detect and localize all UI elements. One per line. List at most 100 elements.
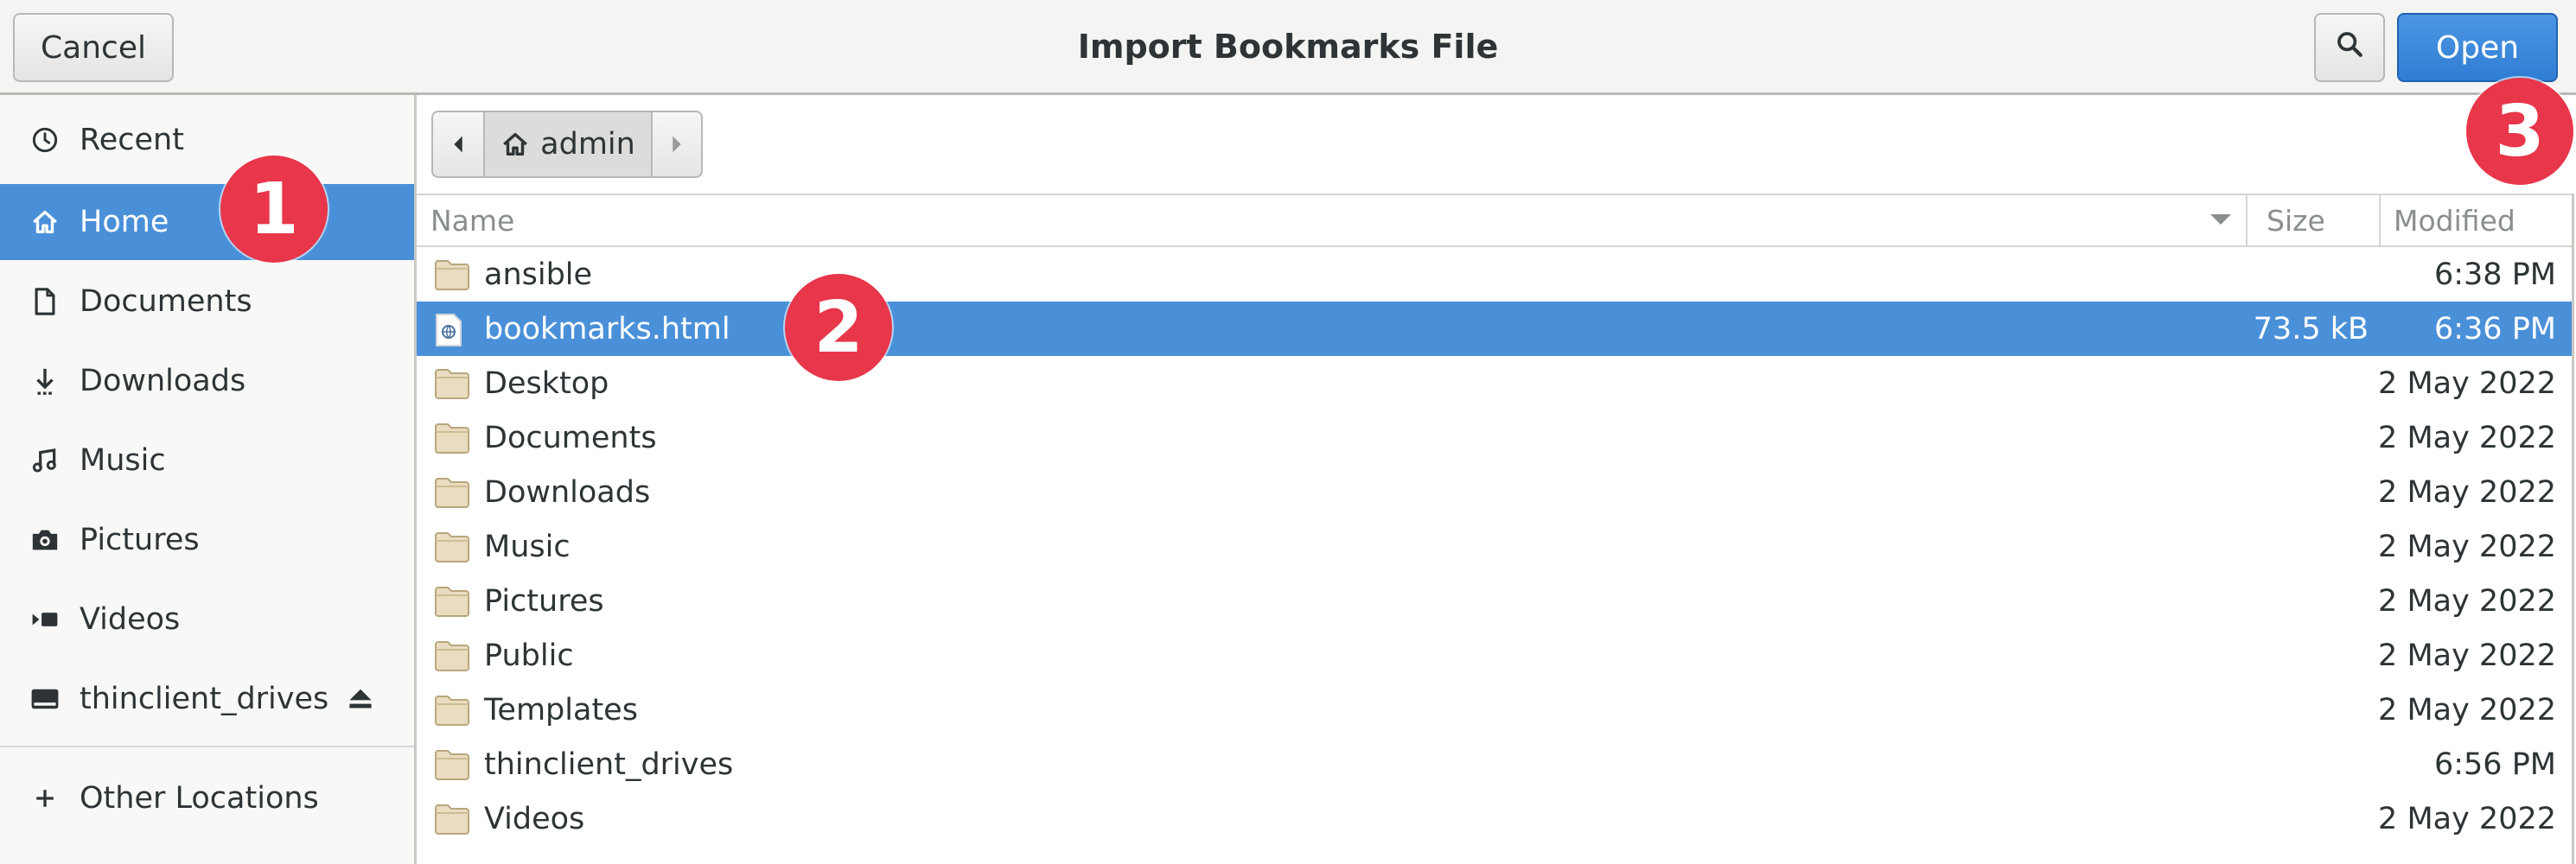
path-forward-button[interactable] bbox=[653, 111, 703, 178]
folder-icon bbox=[434, 367, 470, 400]
sidebar-item-label: Documents bbox=[80, 284, 252, 319]
file-modified: 6:36 PM bbox=[2433, 311, 2556, 346]
path-bar: admin bbox=[431, 111, 703, 178]
sidebar-item-label: Downloads bbox=[80, 364, 246, 398]
folder-icon bbox=[434, 422, 470, 454]
chevron-left-icon bbox=[451, 127, 465, 162]
sort-descending-icon bbox=[2210, 214, 2231, 225]
file-row[interactable]: Pictures 2 May 2022 bbox=[417, 574, 2572, 628]
callout-badge-3: 3 bbox=[2466, 78, 2573, 185]
sidebar-item-downloads[interactable]: Downloads bbox=[0, 343, 414, 419]
search-icon bbox=[2335, 29, 2364, 67]
file-row[interactable]: Templates 2 May 2022 bbox=[417, 683, 2572, 737]
sidebar-separator bbox=[0, 746, 414, 747]
download-icon bbox=[29, 365, 61, 397]
column-divider bbox=[2246, 195, 2248, 245]
file-name: ansible bbox=[484, 257, 593, 292]
file-row[interactable]: Music 2 May 2022 bbox=[417, 519, 2572, 574]
folder-icon bbox=[434, 530, 470, 563]
file-modified: 2 May 2022 bbox=[2378, 583, 2556, 619]
sidebar-item-label: Other Locations bbox=[80, 781, 319, 816]
column-header-modified[interactable]: Modified bbox=[2394, 195, 2566, 245]
sidebar-item-music[interactable]: Music bbox=[0, 422, 414, 499]
search-button[interactable] bbox=[2314, 13, 2385, 82]
folder-icon bbox=[434, 258, 470, 291]
home-icon bbox=[501, 130, 530, 159]
sidebar-item-documents[interactable]: Documents bbox=[0, 264, 414, 340]
file-name: Downloads bbox=[484, 474, 651, 510]
file-browser-pane: admin Name Size Modified ansible 6:38 PM b… bbox=[417, 95, 2576, 864]
sidebar-item-label: Videos bbox=[80, 602, 181, 637]
column-header-name[interactable]: Name bbox=[430, 195, 2246, 245]
file-name: bookmarks.html bbox=[484, 311, 730, 346]
file-row[interactable]: ansible 6:38 PM bbox=[417, 247, 2572, 302]
file-modified: 2 May 2022 bbox=[2378, 420, 2556, 455]
drive-icon bbox=[29, 683, 61, 715]
callout-badge-1: 1 bbox=[220, 156, 328, 263]
file-name: thinclient_drives bbox=[484, 746, 734, 782]
callout-badge-2: 2 bbox=[785, 274, 892, 381]
clock-icon bbox=[29, 124, 61, 156]
path-back-button[interactable] bbox=[431, 111, 485, 178]
document-icon bbox=[29, 286, 61, 317]
folder-icon bbox=[434, 476, 470, 509]
file-row[interactable]: Public 2 May 2022 bbox=[417, 628, 2572, 683]
file-modified: 2 May 2022 bbox=[2378, 365, 2556, 401]
column-header-size[interactable]: Size bbox=[2267, 195, 2396, 245]
open-button[interactable]: Open bbox=[2397, 13, 2558, 82]
home-icon bbox=[29, 206, 61, 238]
file-modified: 2 May 2022 bbox=[2378, 638, 2556, 673]
eject-icon[interactable] bbox=[345, 683, 376, 715]
file-name: Templates bbox=[484, 692, 638, 727]
file-modified: 2 May 2022 bbox=[2378, 692, 2556, 727]
plus-icon bbox=[29, 783, 61, 814]
column-divider bbox=[2379, 195, 2381, 245]
video-icon bbox=[29, 604, 61, 635]
cancel-button[interactable]: Cancel bbox=[13, 13, 174, 82]
file-row[interactable]: Documents 2 May 2022 bbox=[417, 410, 2572, 465]
file-row[interactable]: bookmarks.html 73.5 kB 6:36 PM bbox=[417, 302, 2572, 356]
folder-icon bbox=[434, 694, 470, 727]
file-name: Desktop bbox=[484, 365, 609, 401]
file-name: Documents bbox=[484, 420, 657, 455]
chevron-right-icon bbox=[670, 127, 684, 162]
sidebar-item-label: Recent bbox=[80, 123, 184, 157]
file-modified: 6:56 PM bbox=[2433, 746, 2556, 782]
folder-icon bbox=[434, 585, 470, 618]
sidebar-item-pictures[interactable]: Pictures bbox=[0, 502, 414, 578]
header-bar: Import Bookmarks File Cancel Open bbox=[0, 0, 2576, 95]
sidebar-item-home[interactable]: Home bbox=[0, 184, 414, 260]
sidebar-item-label: Music bbox=[80, 443, 166, 478]
folder-icon bbox=[434, 748, 470, 781]
sidebar-item-thinclient-drives[interactable]: thinclient_drives bbox=[0, 661, 414, 737]
sidebar-item-label: Home bbox=[80, 205, 169, 239]
file-name: Videos bbox=[484, 801, 585, 836]
file-row[interactable]: Desktop 2 May 2022 bbox=[417, 356, 2572, 410]
sidebar-item-recent[interactable]: Recent bbox=[0, 102, 414, 178]
file-modified: 2 May 2022 bbox=[2378, 801, 2556, 836]
dialog-title: Import Bookmarks File bbox=[1077, 28, 1499, 66]
file-modified: 2 May 2022 bbox=[2378, 474, 2556, 510]
file-list: Name Size Modified ansible 6:38 PM bookmar… bbox=[417, 194, 2574, 864]
file-name: Public bbox=[484, 638, 574, 673]
folder-icon bbox=[434, 639, 470, 672]
html-file-icon bbox=[434, 313, 470, 346]
column-header-row: Name Size Modified bbox=[417, 194, 2572, 247]
places-sidebar: Recent Home Documents Downloads Music Pi… bbox=[0, 95, 417, 864]
file-modified: 6:38 PM bbox=[2433, 257, 2556, 292]
sidebar-item-label: thinclient_drives bbox=[80, 682, 329, 716]
path-segment-label: admin bbox=[540, 127, 635, 162]
file-name: Pictures bbox=[484, 583, 604, 619]
sidebar-item-other-locations[interactable]: Other Locations bbox=[0, 760, 414, 836]
path-segment-home[interactable]: admin bbox=[485, 111, 653, 178]
music-icon bbox=[29, 445, 61, 476]
file-row[interactable]: Videos 2 May 2022 bbox=[417, 791, 2572, 846]
sidebar-item-videos[interactable]: Videos bbox=[0, 581, 414, 658]
file-name: Music bbox=[484, 529, 571, 564]
sidebar-item-label: Pictures bbox=[80, 523, 200, 557]
file-size: 73.5 kB bbox=[2253, 311, 2369, 346]
file-row[interactable]: Downloads 2 May 2022 bbox=[417, 465, 2572, 519]
folder-icon bbox=[434, 803, 470, 835]
file-row[interactable]: thinclient_drives 6:56 PM bbox=[417, 737, 2572, 791]
camera-icon bbox=[29, 524, 61, 556]
